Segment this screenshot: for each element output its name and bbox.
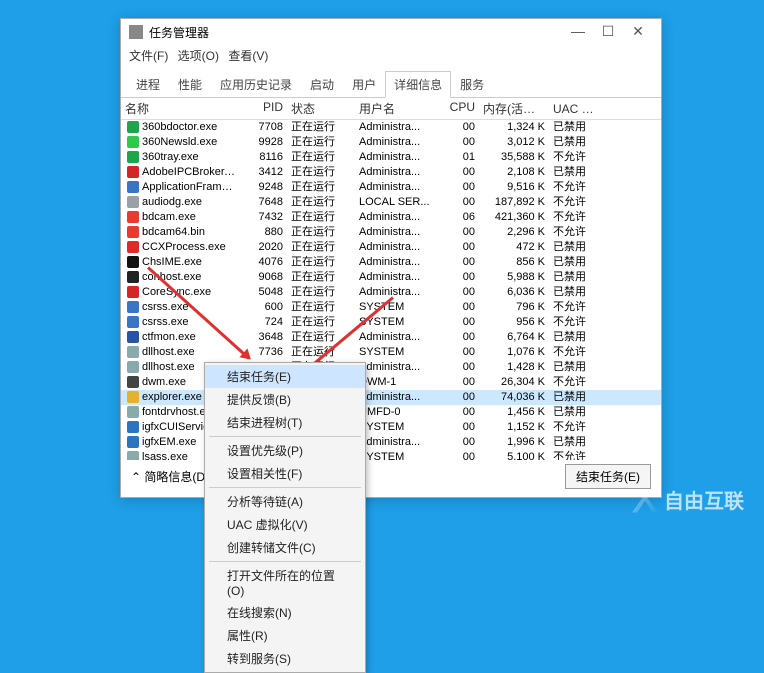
context-menu: 结束任务(E)提供反馈(B)结束进程树(T) 设置优先级(P)设置相关性(F) 分析… — [204, 362, 366, 673]
app-icon — [129, 25, 143, 39]
table-row[interactable]: csrss.exe600正在运行SYSTEM00796 K不允许 — [121, 300, 661, 315]
table-row[interactable]: ApplicationFrameH...9248正在运行Administra..… — [121, 180, 661, 195]
table-row[interactable]: audiodg.exe7648正在运行LOCAL SER...00187,892… — [121, 195, 661, 210]
titlebar[interactable]: 任务管理器 — ☐ ✕ — [121, 19, 661, 45]
menubar: 文件(F) 选项(O) 查看(V) — [121, 45, 661, 66]
table-row[interactable]: lsass.exeSYSTEM005,100 K不允许 — [121, 450, 661, 460]
tab-3[interactable]: 启动 — [301, 71, 343, 98]
col-status[interactable]: 状态 — [287, 100, 355, 117]
table-row[interactable]: bdcam64.bin880正在运行Administra...002,296 K… — [121, 225, 661, 240]
menu-options[interactable]: 选项(O) — [178, 49, 219, 63]
table-row[interactable]: CCXProcess.exe2020正在运行Administra...00472… — [121, 240, 661, 255]
col-pid[interactable]: PID — [239, 100, 287, 117]
window-title: 任务管理器 — [149, 24, 563, 41]
process-list: 360bdoctor.exe7708正在运行Administra...001,3… — [121, 120, 661, 460]
table-row[interactable]: igfxCUIServiceSYSTEM001,152 K不允许 — [121, 420, 661, 435]
tab-bar: 进程性能应用历史记录启动用户详细信息服务 — [121, 70, 661, 98]
col-name[interactable]: 名称 — [121, 100, 239, 117]
tab-2[interactable]: 应用历史记录 — [211, 71, 301, 98]
context-menu-item[interactable]: UAC 虚拟化(V) — [205, 513, 365, 536]
table-row[interactable]: fontdrvhost.exUMFD-0001,456 K已禁用 — [121, 405, 661, 420]
menu-view[interactable]: 查看(V) — [228, 49, 268, 63]
watermark: 自由互联 — [632, 485, 744, 514]
context-menu-item[interactable]: 结束任务(E) — [205, 365, 365, 388]
tab-6[interactable]: 服务 — [451, 71, 493, 98]
table-row[interactable]: 360Newsld.exe9928正在运行Administra...003,01… — [121, 135, 661, 150]
table-row[interactable]: conhost.exe9068正在运行Administra...005,988 … — [121, 270, 661, 285]
table-row[interactable]: 360bdoctor.exe7708正在运行Administra...001,3… — [121, 120, 661, 135]
menu-file[interactable]: 文件(F) — [129, 49, 168, 63]
column-headers[interactable]: 名称 PID 状态 用户名 CPU 内存(活动的... UAC 虚拟化 — [121, 98, 661, 120]
close-button[interactable]: ✕ — [623, 22, 653, 42]
table-row[interactable]: dllhost.exe9872正在运行Administra...001,428 … — [121, 360, 661, 375]
table-row[interactable]: 360tray.exe8116正在运行Administra...0135,588… — [121, 150, 661, 165]
table-row[interactable]: igfxEM.exeAdministra...001,996 K已禁用 — [121, 435, 661, 450]
context-menu-item[interactable]: 结束进程树(T) — [205, 411, 365, 434]
table-row[interactable]: dllhost.exe7736正在运行SYSTEM001,076 K不允许 — [121, 345, 661, 360]
context-menu-item[interactable]: 提供反馈(B) — [205, 388, 365, 411]
task-manager-window: 任务管理器 — ☐ ✕ 文件(F) 选项(O) 查看(V) 进程性能应用历史记录… — [120, 18, 662, 498]
table-row[interactable]: ChsIME.exe4076正在运行Administra...00856 K已禁… — [121, 255, 661, 270]
col-uac[interactable]: UAC 虚拟化 — [549, 100, 605, 117]
context-menu-item[interactable]: 转到服务(S) — [205, 647, 365, 670]
maximize-button[interactable]: ☐ — [593, 22, 623, 42]
table-row[interactable]: dwm.exe1076正在运行DWM-10026,304 K不允许 — [121, 375, 661, 390]
context-menu-item[interactable]: 打开文件所在的位置(O) — [205, 564, 365, 601]
col-cpu[interactable]: CPU — [441, 100, 479, 117]
table-row[interactable]: ctfmon.exe3648正在运行Administra...006,764 K… — [121, 330, 661, 345]
col-mem[interactable]: 内存(活动的... — [479, 100, 549, 117]
tab-4[interactable]: 用户 — [343, 71, 385, 98]
context-menu-item[interactable]: 设置相关性(F) — [205, 462, 365, 485]
table-row[interactable]: AdobeIPCBroker.exe3412正在运行Administra...0… — [121, 165, 661, 180]
tab-1[interactable]: 性能 — [169, 71, 211, 98]
context-menu-item[interactable]: 设置优先级(P) — [205, 439, 365, 462]
col-user[interactable]: 用户名 — [355, 100, 441, 117]
fewer-details-button[interactable]: ⌃ 简略信息(D) — [131, 468, 209, 485]
context-menu-item[interactable]: 创建转储文件(C) — [205, 536, 365, 559]
tab-0[interactable]: 进程 — [127, 71, 169, 98]
context-menu-item[interactable]: 在线搜索(N) — [205, 601, 365, 624]
tab-5[interactable]: 详细信息 — [385, 71, 451, 98]
context-menu-item[interactable]: 属性(R) — [205, 624, 365, 647]
context-menu-item[interactable]: 分析等待链(A) — [205, 490, 365, 513]
table-row[interactable]: explorer.exe4256正在运行Administra...0074,03… — [121, 390, 661, 405]
minimize-button[interactable]: — — [563, 22, 593, 42]
table-row[interactable]: bdcam.exe7432正在运行Administra...06421,360 … — [121, 210, 661, 225]
